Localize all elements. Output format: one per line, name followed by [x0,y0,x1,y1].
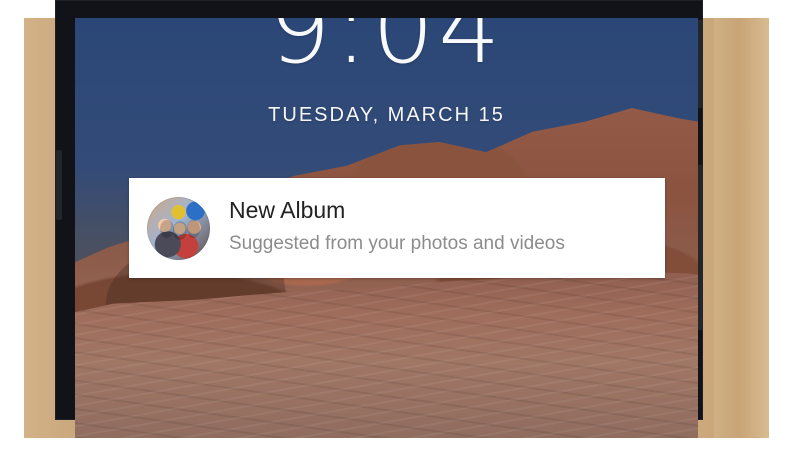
notification-title: New Album [229,197,346,223]
notification-subtitle: Suggested from your photos and videos [229,233,565,254]
avatar-face-1 [160,220,174,238]
lock-screen-time: 9:04 [268,18,505,86]
avatar-face-3 [187,220,200,238]
wood-background-right [714,18,769,438]
group-photo-avatar [147,197,210,260]
notification-card[interactable]: New Album Suggested from your photos and… [129,178,665,278]
lock-screen-date: TUESDAY, MARCH 15 [268,104,505,126]
phone-side-button-left [56,150,62,220]
avatar-face-2 [173,221,187,240]
